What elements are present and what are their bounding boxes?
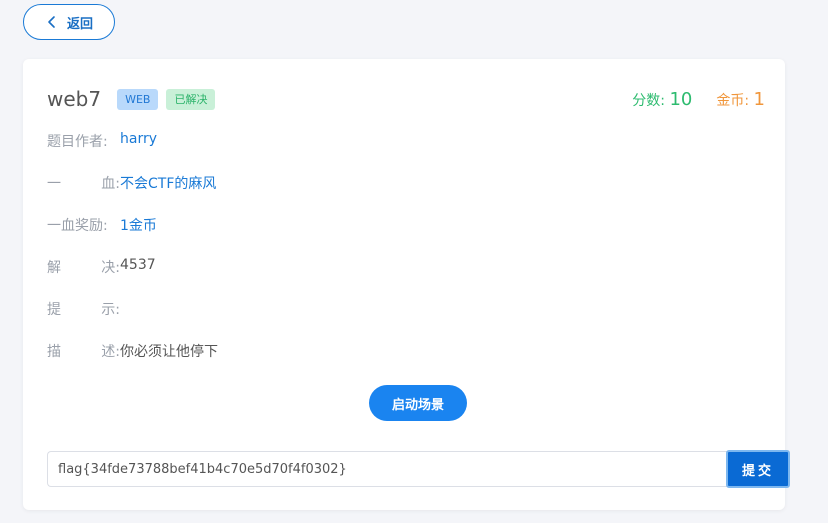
first-blood-row: 一 血: 不会CTF的麻风 xyxy=(47,173,218,215)
challenge-header: web7 WEB 已解决 分数: 10 金币: 1 xyxy=(47,85,765,113)
status-badge: 已解决 xyxy=(166,88,216,110)
first-blood-reward-value: 1金币 xyxy=(120,218,157,234)
solves-label: 解 决: xyxy=(47,260,120,276)
author-value[interactable]: harry xyxy=(120,131,157,147)
first-blood-reward-row: 一血奖励: 1金币 xyxy=(47,215,218,257)
chevron-left-icon xyxy=(45,15,59,29)
challenge-card: web7 WEB 已解决 分数: 10 金币: 1 题目作者: harry 一 … xyxy=(23,59,790,510)
hint-row: 提 示: xyxy=(47,299,218,341)
score-value: 10 xyxy=(669,88,693,110)
flag-input[interactable] xyxy=(47,451,727,487)
score: 分数: 10 xyxy=(632,89,692,110)
author-row: 题目作者: harry xyxy=(47,131,218,173)
category-badge: WEB xyxy=(117,88,159,110)
description-label: 描 述: xyxy=(47,344,120,360)
description-value: 你必须让他停下 xyxy=(120,344,218,360)
coin: 金币: 1 xyxy=(716,89,765,110)
first-blood-label: 一 血: xyxy=(47,176,120,192)
first-blood-reward-label: 一血奖励: xyxy=(47,218,108,234)
challenge-title: web7 xyxy=(47,87,102,111)
solves-value: 4537 xyxy=(120,257,156,273)
start-scene-button[interactable]: 启动场景 xyxy=(369,385,467,421)
submit-button[interactable]: 提交 xyxy=(726,450,790,488)
hint-label: 提 示: xyxy=(47,302,120,318)
back-button-label: 返回 xyxy=(66,16,93,32)
coin-label: 金币: xyxy=(716,92,750,109)
back-button[interactable]: 返回 xyxy=(23,4,115,40)
coin-value: 1 xyxy=(753,88,765,110)
solves-row: 解 决: 4537 xyxy=(47,257,218,299)
score-summary: 分数: 10 金币: 1 xyxy=(632,89,765,110)
description-row: 描 述: 你必须让他停下 xyxy=(47,341,218,383)
first-blood-value[interactable]: 不会CTF的麻风 xyxy=(120,173,216,193)
author-label: 题目作者: xyxy=(47,134,108,150)
score-label: 分数: xyxy=(632,92,666,109)
challenge-info: 题目作者: harry 一 血: 不会CTF的麻风 一血奖励: 1金币 解 决:… xyxy=(47,131,218,383)
